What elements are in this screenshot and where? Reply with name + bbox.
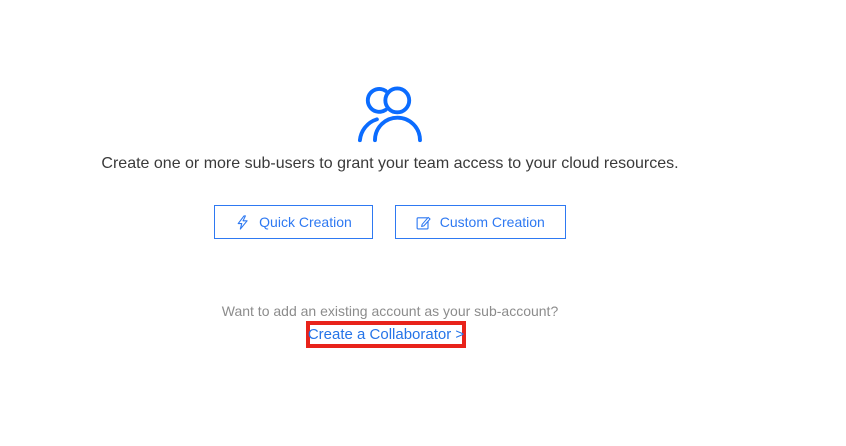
create-collaborator-link[interactable]: Create a Collaborator > (308, 326, 464, 343)
quick-creation-button[interactable]: Quick Creation (214, 205, 373, 239)
sub-user-creation-panel: Create one or more sub-users to grant yo… (0, 0, 846, 446)
custom-creation-label: Custom Creation (439, 214, 545, 230)
sub-account-question: Want to add an existing account as your … (221, 303, 559, 319)
annotation-highlight-box: Create a Collaborator > (306, 321, 466, 348)
custom-creation-button[interactable]: Custom Creation (394, 205, 566, 239)
page-description: Create one or more sub-users to grant yo… (101, 155, 679, 172)
users-icon (357, 83, 423, 143)
lightning-icon (235, 214, 250, 230)
creation-buttons-row: Quick Creation Custom Creation (0, 205, 780, 239)
edit-icon (416, 215, 431, 230)
quick-creation-label: Quick Creation (259, 214, 352, 230)
